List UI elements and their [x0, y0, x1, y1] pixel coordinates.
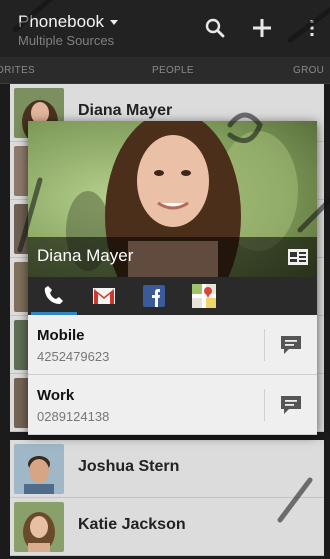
app-header: Phonebook Multiple Sources: [0, 0, 330, 58]
call-action[interactable]: [31, 277, 77, 315]
phone-icon: [44, 285, 63, 304]
contact-name: Joshua Stern: [78, 458, 180, 475]
message-icon: [281, 396, 301, 414]
contact-card-button[interactable]: [287, 247, 309, 267]
contact-card-icon: [288, 249, 308, 265]
facebook-action[interactable]: [131, 277, 177, 315]
gmail-icon: [93, 288, 115, 304]
gmail-action[interactable]: [81, 277, 127, 315]
contact-action-bar: [28, 277, 317, 315]
divider: [264, 389, 265, 421]
message-icon: [281, 336, 301, 354]
add-icon: [253, 19, 271, 37]
phone-number: 0289124138: [37, 409, 110, 424]
contact-name: Diana Mayer: [37, 246, 134, 265]
add-contact-button[interactable]: [246, 12, 278, 44]
tab-groups[interactable]: GROU: [293, 65, 324, 76]
divider: [264, 329, 265, 361]
phone-type-label: Mobile: [37, 327, 85, 344]
google-maps-icon: [192, 284, 216, 308]
tab-bar: ORITES PEOPLE GROU: [0, 58, 330, 84]
quick-contact-popup: Diana Mayer Mobile 4252479623 Work 02891…: [28, 121, 317, 435]
facebook-icon: [143, 285, 165, 307]
phonebook-dropdown[interactable]: Phonebook: [18, 12, 119, 32]
phone-type-label: Work: [37, 387, 75, 404]
avatar: [14, 444, 64, 494]
contact-name: Diana Mayer: [78, 102, 173, 119]
phone-number: 4252479623: [37, 349, 110, 364]
send-message-button[interactable]: [279, 394, 303, 416]
app-title: Phonebook: [18, 12, 105, 31]
avatar: [14, 502, 64, 552]
phone-work-row[interactable]: Work 0289124138: [28, 375, 317, 435]
tab-favorites[interactable]: ORITES: [0, 65, 35, 76]
list-item[interactable]: Katie Jackson: [10, 498, 324, 556]
phone-mobile-row[interactable]: Mobile 4252479623: [28, 315, 317, 375]
search-icon: [205, 18, 225, 38]
tab-people[interactable]: PEOPLE: [152, 65, 194, 76]
maps-action[interactable]: [181, 277, 227, 315]
app-subtitle: Multiple Sources: [18, 33, 115, 48]
dropdown-caret-icon: [110, 20, 119, 26]
list-item[interactable]: Joshua Stern: [10, 440, 324, 498]
search-button[interactable]: [199, 12, 231, 44]
overflow-menu-button[interactable]: [296, 12, 328, 44]
send-message-button[interactable]: [279, 334, 303, 356]
contact-name-bar: Diana Mayer: [28, 237, 317, 277]
overflow-menu-icon: [310, 20, 314, 36]
contact-name: Katie Jackson: [78, 516, 186, 533]
